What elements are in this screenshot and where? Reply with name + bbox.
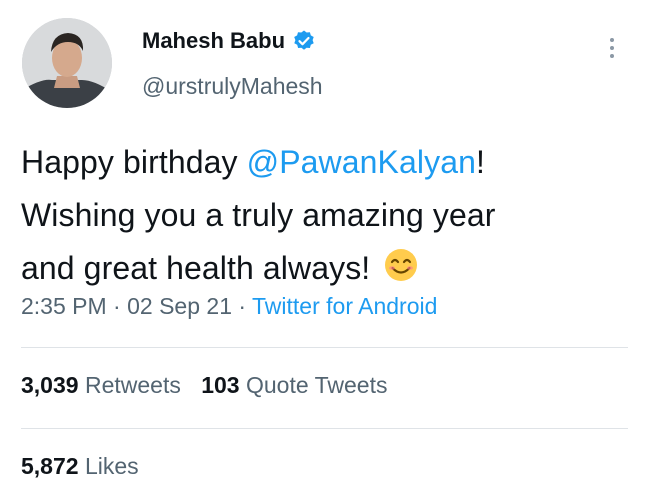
retweets-label: Retweets [84, 372, 181, 398]
tweet-text-line: Wishing you a truly amazing year [21, 197, 496, 233]
tweet-meta: 2:35 PM · 02 Sep 21 · Twitter for Androi… [21, 293, 437, 320]
engagement-stats: 3,039 Retweets 103 Quote Tweets [21, 372, 401, 399]
tweet-text: Happy birthday @PawanKalyan! Wishing you… [21, 136, 631, 295]
smiling-face-emoji-icon [383, 246, 419, 282]
verified-badge-icon [292, 29, 316, 53]
tweet-text-part: Happy birthday [21, 144, 247, 180]
quotes-count: 103 [201, 372, 240, 398]
tweet-text-part: ! [476, 144, 485, 180]
quotes-label: Quote Tweets [245, 372, 388, 398]
mention-link[interactable]: @PawanKalyan [247, 144, 476, 180]
avatar[interactable] [22, 18, 112, 108]
tweet-source-link[interactable]: Twitter for Android [252, 293, 437, 319]
divider [21, 347, 628, 348]
retweets-stat[interactable]: 3,039 Retweets [21, 372, 181, 398]
tweet-date[interactable]: 02 Sep 21 [127, 293, 232, 319]
display-name[interactable]: Mahesh Babu [142, 28, 285, 54]
author-name-row: Mahesh Babu [142, 28, 316, 54]
tweet-text-line: and great health always! [21, 250, 380, 286]
likes-label: Likes [84, 453, 139, 479]
user-handle[interactable]: @urstrulyMahesh [142, 73, 323, 100]
tweet-time[interactable]: 2:35 PM [21, 293, 107, 319]
more-options-icon[interactable] [604, 34, 620, 62]
likes-stat[interactable]: 5,872 Likes [21, 453, 139, 480]
meta-separator: · [238, 293, 247, 319]
divider [21, 428, 628, 429]
likes-count: 5,872 [21, 453, 79, 479]
quote-tweets-stat[interactable]: 103 Quote Tweets [201, 372, 387, 398]
meta-separator: · [113, 293, 121, 319]
retweets-count: 3,039 [21, 372, 79, 398]
